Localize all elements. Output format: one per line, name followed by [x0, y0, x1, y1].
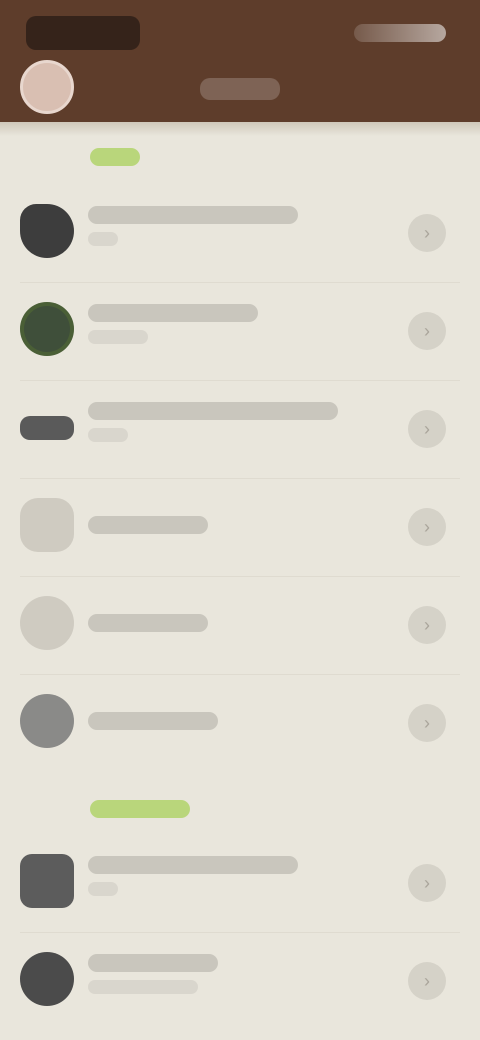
chevron-right-icon: › [408, 864, 446, 902]
list-item[interactable]: › [0, 186, 480, 278]
list-item[interactable]: › [0, 382, 480, 474]
chevron-right-icon: › [408, 704, 446, 742]
status-icon [20, 302, 74, 356]
list-item-title [88, 856, 298, 874]
list-item-subtitle [88, 882, 118, 896]
list-item-title [88, 516, 208, 534]
divider [20, 932, 460, 933]
list-item-title [88, 954, 218, 972]
circle-icon [20, 952, 74, 1006]
divider [20, 674, 460, 675]
page-title [200, 78, 280, 100]
gear-icon [20, 204, 74, 258]
status-bar-left [26, 16, 140, 50]
section-label-1 [90, 148, 140, 166]
list-item[interactable]: › [0, 836, 480, 928]
list-item[interactable]: › [0, 480, 480, 572]
list-item[interactable]: › [0, 284, 480, 376]
chevron-right-icon: › [408, 508, 446, 546]
top-app-bar [0, 0, 480, 122]
avatar[interactable] [20, 60, 74, 114]
list-item-title [88, 712, 218, 730]
list-item-title [88, 614, 208, 632]
list-item-title [88, 206, 298, 224]
divider [20, 380, 460, 381]
list-item-subtitle [88, 232, 118, 246]
header-shadow [0, 122, 480, 136]
list-item[interactable]: › [0, 578, 480, 670]
display-icon [20, 416, 74, 440]
divider [20, 478, 460, 479]
list-item-subtitle [88, 980, 198, 994]
folder-icon [20, 854, 74, 908]
list-item-title [88, 304, 258, 322]
circle-icon [20, 596, 74, 650]
list-item-title [88, 402, 338, 420]
list-item-subtitle [88, 330, 148, 344]
chevron-right-icon: › [408, 312, 446, 350]
circle-icon [20, 694, 74, 748]
chevron-right-icon: › [408, 410, 446, 448]
status-bar-right [354, 24, 446, 42]
chevron-right-icon: › [408, 606, 446, 644]
list-item-subtitle [88, 428, 128, 442]
list-item[interactable]: › [0, 676, 480, 768]
chevron-right-icon: › [408, 214, 446, 252]
divider [20, 282, 460, 283]
section-label-2 [90, 800, 190, 818]
chevron-right-icon: › [408, 962, 446, 1000]
divider [20, 576, 460, 577]
device-icon [20, 498, 74, 552]
list-item[interactable]: › [0, 934, 480, 1026]
